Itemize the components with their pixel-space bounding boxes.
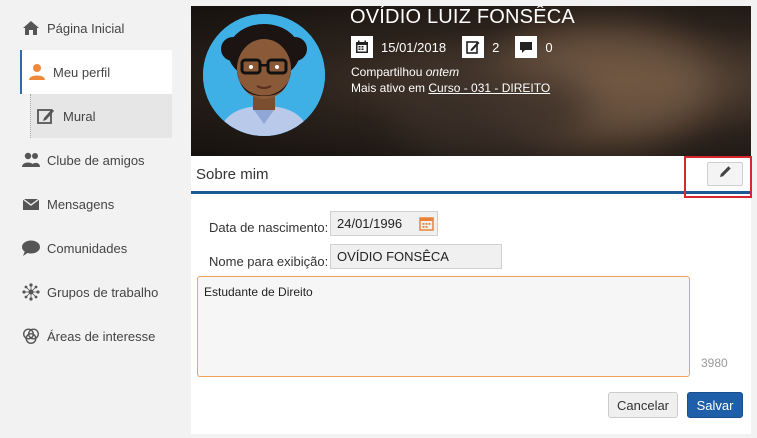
sidebar-item-workgroups[interactable]: Grupos de trabalho [20, 270, 172, 314]
sidebar-item-label: Mural [63, 108, 96, 124]
stat-comments: 0 [515, 36, 553, 58]
display-name-value: OVÍDIO FONSÊCA [337, 249, 449, 264]
section-title: Sobre mim [196, 166, 269, 183]
profile-panel: OVÍDIO LUIZ FONSÊCA 15/01/2018 2 0 Compa… [191, 6, 751, 434]
active-course-link[interactable]: Curso - 031 - DIREITO [428, 81, 550, 95]
calendar-icon [351, 36, 373, 58]
edit-about-button[interactable] [707, 162, 743, 186]
birthdate-label: Data de nascimento: [209, 220, 329, 235]
active-prefix: Mais ativo em [351, 81, 426, 95]
cancel-button[interactable]: Cancelar [608, 392, 678, 418]
active-info: Mais ativo em Curso - 031 - DIREITO [351, 81, 550, 95]
home-icon [20, 17, 42, 39]
about-section-header: Sobre mim [191, 156, 751, 194]
sidebar-item-label: Clube de amigos [47, 152, 145, 168]
avatar[interactable] [203, 14, 325, 136]
display-name-label: Nome para exibição: [209, 254, 329, 269]
user-icon [26, 61, 48, 83]
char-counter: 3980 [701, 356, 728, 370]
display-name-field[interactable]: OVÍDIO FONSÊCA [330, 244, 502, 269]
interest-icon [20, 325, 42, 347]
sidebar-item-communities[interactable]: Comunidades [20, 226, 172, 270]
bio-textarea[interactable]: Estudante de Direito [197, 276, 690, 377]
sidebar-item-home[interactable]: Página Inicial [20, 6, 172, 50]
stat-posts-value: 2 [492, 39, 500, 55]
sidebar-item-label: Página Inicial [47, 20, 125, 36]
birthdate-value: 24/01/1996 [337, 216, 403, 231]
edit-icon [35, 105, 57, 127]
sidebar-item-label: Áreas de interesse [47, 328, 156, 344]
profile-banner: OVÍDIO LUIZ FONSÊCA 15/01/2018 2 0 Compa… [191, 6, 751, 156]
network-icon [20, 281, 42, 303]
calendar-icon[interactable] [419, 216, 434, 234]
sidebar-item-friends[interactable]: Clube de amigos [20, 138, 172, 182]
friends-icon [20, 149, 42, 171]
birthdate-field[interactable]: 24/01/1996 [330, 211, 438, 236]
stat-date: 15/01/2018 [351, 36, 446, 58]
sidebar-item-label: Grupos de trabalho [47, 284, 159, 300]
sidebar-item-interests[interactable]: Áreas de interesse [20, 314, 172, 358]
sidebar-item-label: Comunidades [47, 240, 128, 256]
shared-info: Compartilhou ontem [351, 65, 459, 79]
save-button[interactable]: Salvar [687, 392, 743, 418]
comment-icon [515, 36, 538, 58]
sidebar-item-messages[interactable]: Mensagens [20, 182, 172, 226]
mail-icon [20, 193, 42, 215]
sidebar-item-label: Mensagens [47, 196, 115, 212]
chat-icon [20, 237, 42, 259]
sidebar-item-label: Meu perfil [53, 64, 111, 80]
stat-posts: 2 [462, 36, 499, 58]
sidebar-item-mural[interactable]: Mural [30, 94, 172, 138]
edit-icon [462, 36, 485, 58]
sidebar-item-profile[interactable]: Meu perfil [20, 50, 172, 94]
stat-date-value: 15/01/2018 [381, 39, 447, 55]
stat-comments-value: 0 [545, 39, 553, 55]
shared-prefix: Compartilhou [351, 65, 423, 79]
pencil-icon [719, 165, 732, 183]
sidebar: Página Inicial Meu perfil Mural Clube de… [0, 0, 172, 438]
profile-stats: 15/01/2018 2 0 [351, 36, 553, 58]
profile-name: OVÍDIO LUIZ FONSÊCA [350, 6, 575, 28]
shared-when: ontem [425, 65, 460, 79]
